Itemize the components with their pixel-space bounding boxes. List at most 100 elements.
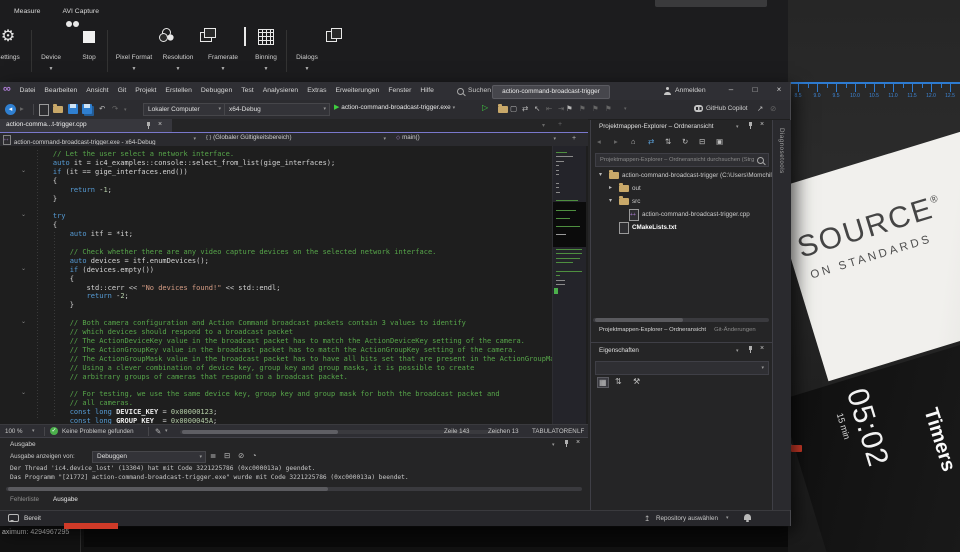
menu-debuggen[interactable]: Debuggen <box>196 82 236 100</box>
diagnostics-side-tab[interactable]: Diagnosetools <box>778 128 785 174</box>
close-button[interactable]: × <box>770 85 788 94</box>
copilot-label[interactable]: GitHub Copilot <box>706 105 748 112</box>
dropdown-caret-icon[interactable]: ▼ <box>110 66 158 72</box>
tree-row-action-command-broadcast-trigger[interactable]: ▾action-command-broadcast-trigger (C:\Us… <box>591 169 773 182</box>
menu-ansicht[interactable]: Ansicht <box>82 82 113 100</box>
dropdown-caret-icon[interactable]: ▾ <box>124 105 127 115</box>
dock-tab-git-changes[interactable]: Git-Änderungen <box>714 327 756 333</box>
publish-icon[interactable]: ↥ <box>644 514 650 524</box>
panel-close-icon[interactable]: × <box>760 121 764 128</box>
fold-collapse-icon[interactable]: ⌄ <box>21 167 26 174</box>
solution-explorer-searchbox[interactable]: Projektmappen-Explorer – Ordneransicht d… <box>595 153 769 167</box>
eol-indicator[interactable]: LF <box>577 428 584 435</box>
menu-test[interactable]: Test <box>237 82 258 100</box>
fold-collapse-icon[interactable]: ⌄ <box>21 318 26 325</box>
dock-tab-solution-explorer[interactable]: Projektmappen-Explorer – Ordneransicht <box>599 327 706 333</box>
tree-row-out[interactable]: ▸out <box>591 182 773 195</box>
code-editor[interactable]: // Let the user select a network interfa… <box>0 146 588 424</box>
capture-button-settings[interactable]: ⚙Settings <box>0 26 28 78</box>
nav-scope-dropdown[interactable]: { } (Globaler Gültigkeitsbereich) ▾ <box>206 134 390 145</box>
save-all-icon[interactable] <box>82 104 92 116</box>
column-indicator[interactable]: Zeichen 13 <box>488 428 519 435</box>
navbar-add-icon[interactable]: + <box>572 134 576 144</box>
dropdown-caret-icon[interactable]: ▼ <box>156 66 200 72</box>
menu-datei[interactable]: Datei <box>15 82 40 100</box>
categorized-icon[interactable]: ▦ <box>597 377 609 388</box>
forward-icon[interactable]: ▸ <box>614 137 618 146</box>
navigate-forward-icon[interactable]: ▸ <box>20 104 24 114</box>
maximize-button[interactable]: □ <box>746 85 764 94</box>
history-icon[interactable]: ◔ <box>252 451 257 461</box>
switch-views-icon[interactable]: ⇄ <box>648 137 654 146</box>
copilot-share-icon[interactable]: ↗ <box>757 104 763 114</box>
zoom-caret-icon[interactable]: ▾ <box>32 428 35 434</box>
search-label[interactable]: Suchen <box>468 87 491 94</box>
debug-target-dropdown[interactable]: Lokaler Computer▾ <box>143 103 225 116</box>
tree-row-src[interactable]: ▾src <box>591 195 773 208</box>
go-to-definition-icon[interactable]: ↖ <box>534 104 540 114</box>
bookmark-icon[interactable]: ⚑ <box>579 104 586 114</box>
menu-bearbeiten[interactable]: Bearbeiten <box>40 82 82 100</box>
tree-row-CMakeLists.txt[interactable]: CMakeLists.txt <box>591 221 773 234</box>
panel-close-icon[interactable]: × <box>760 345 764 352</box>
output-source-dropdown[interactable]: Debuggen▾ <box>92 451 206 463</box>
close-tab-icon[interactable]: × <box>158 121 162 128</box>
redo-icon[interactable]: ↷ <box>112 104 118 114</box>
navigate-back-icon[interactable]: ◂ <box>5 104 16 115</box>
bookmark-icon[interactable]: ⚑ <box>566 104 573 114</box>
panel-caret-icon[interactable]: ▾ <box>552 442 555 448</box>
hscrollbar-thumb[interactable] <box>8 487 328 491</box>
select-repository-button[interactable]: Repository auswählen <box>656 515 718 522</box>
tabs-indicator[interactable]: TABULATOREN <box>532 428 577 435</box>
code-cleanup-icon[interactable]: ✎ <box>155 427 161 437</box>
menu-projekt[interactable]: Projekt <box>131 82 161 100</box>
panel-close-icon[interactable]: × <box>576 439 580 446</box>
capture-button-stop[interactable]: Stop <box>74 26 104 78</box>
home-icon[interactable]: ⌂ <box>631 137 636 146</box>
panel-tab-ausgabe[interactable]: Ausgabe <box>53 496 78 508</box>
configuration-dropdown[interactable]: x64-Debug▾ <box>224 103 330 116</box>
menu-hilfe[interactable]: Hilfe <box>416 82 439 100</box>
previous-location-icon[interactable]: ⇤ <box>546 104 552 114</box>
compare-files-icon[interactable]: ⇄ <box>522 104 528 114</box>
toolbar-overflow-caret-icon[interactable]: ▾ <box>624 104 627 114</box>
bookmark-icon[interactable]: ⚑ <box>605 104 612 114</box>
pin-tab-icon[interactable] <box>146 122 151 132</box>
repo-caret-icon[interactable]: ▾ <box>726 515 729 521</box>
dropdown-caret-icon[interactable]: ▼ <box>36 66 66 72</box>
run-options-caret-icon[interactable]: ▾ <box>453 105 456 111</box>
properties-object-dropdown[interactable]: ▾ <box>595 361 769 375</box>
zoom-level-dropdown[interactable]: 100 % <box>5 428 23 435</box>
fold-collapse-icon[interactable]: ⌄ <box>21 389 26 396</box>
sign-in-button[interactable]: Anmelden <box>675 87 706 94</box>
alphabetical-icon[interactable]: ⇅ <box>615 377 622 386</box>
back-icon[interactable]: ◂ <box>597 137 601 146</box>
titlebar-solution-box[interactable]: action-command-broadcast-trigger <box>492 85 610 99</box>
document-tab[interactable]: action-comma...t-trigger.cpp × <box>0 119 172 132</box>
wordwrap-icon[interactable]: ⊟ <box>224 451 230 461</box>
fold-collapse-icon[interactable]: ⌄ <box>21 265 26 272</box>
notifications-bell-icon[interactable] <box>744 514 751 522</box>
messages-icon[interactable]: ≣ <box>210 451 216 461</box>
cleanup-caret-icon[interactable]: ▾ <box>165 428 168 434</box>
fold-collapse-icon[interactable]: ⌄ <box>21 211 26 218</box>
tree-hscrollbar[interactable] <box>593 318 769 322</box>
bookmark-icon[interactable]: ⚑ <box>592 104 599 114</box>
capture-button-dialogs[interactable]: Dialogs▼ <box>288 26 326 78</box>
next-location-icon[interactable]: ⇥ <box>558 104 564 114</box>
copilot-status-icon[interactable]: ⊘ <box>770 104 776 114</box>
dropdown-caret-icon[interactable]: ▼ <box>201 66 245 72</box>
output-hscrollbar[interactable] <box>6 487 582 491</box>
open-folder-icon[interactable] <box>498 106 508 115</box>
panel-pin-icon[interactable] <box>748 346 753 356</box>
nav-project-dropdown[interactable]: action-command-broadcast-trigger.exe - x… <box>2 134 200 145</box>
capture-button-device[interactable]: Device▼ <box>36 26 66 78</box>
menu-erweiterungen[interactable]: Erweiterungen <box>331 82 384 100</box>
editor-minimap-scrollbar[interactable] <box>552 146 586 424</box>
collapse-all-icon[interactable]: ⊟ <box>699 137 705 146</box>
hscrollbar-thumb[interactable] <box>595 318 683 322</box>
property-pages-icon[interactable]: ⚒ <box>633 377 640 386</box>
open-folder-icon[interactable] <box>53 106 63 115</box>
tree-row-action-command-broadcast-trigger.cpp[interactable]: action-command-broadcast-trigger.cpp <box>591 208 773 221</box>
capture-button-pixel-format[interactable]: Pixel Format▼ <box>110 26 158 78</box>
